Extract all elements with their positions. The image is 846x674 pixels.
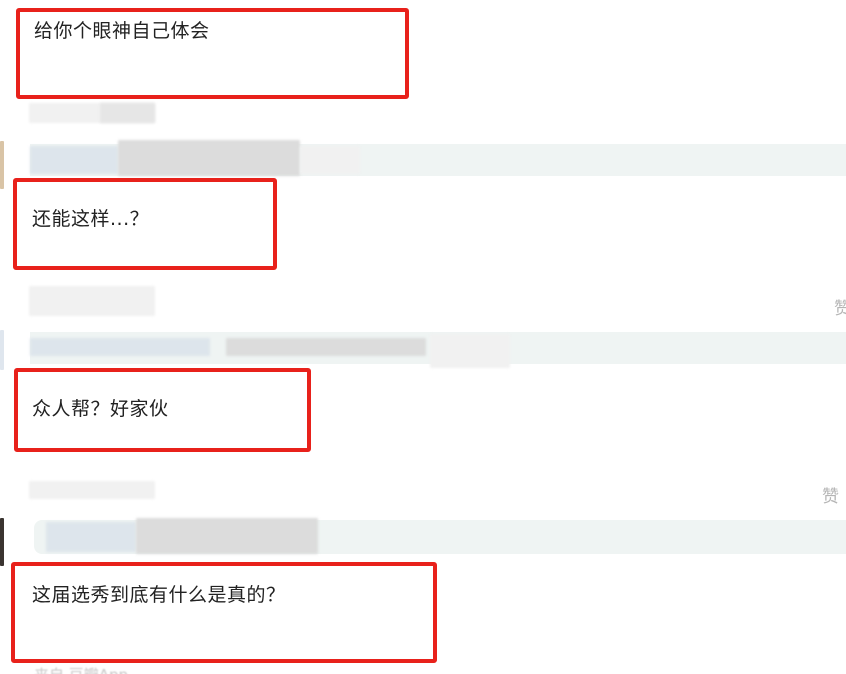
- reply-quote-blurred-3b: [136, 518, 318, 554]
- reply-quote-blurred-2a: [30, 338, 210, 356]
- avatar: [0, 518, 4, 566]
- comment-thread-screenshot: 给你个眼神自己体会 还能这样...？ 赞 众人帮？好家伙 赞 这届选秀到底有什么…: [0, 0, 846, 674]
- comment-meta-blurred-3: [29, 481, 155, 499]
- like-button-2[interactable]: 赞: [822, 482, 839, 507]
- comment-text-2: 还能这样...？: [32, 208, 150, 230]
- reply-quote-blurred-1b: [118, 140, 300, 176]
- reply-quote-blurred-2b: [226, 338, 426, 356]
- comment-text-4: 这届选秀到底有什么是真的？: [32, 584, 286, 606]
- comment-meta-blurred-1b: [100, 103, 155, 123]
- comment-highlight-box-4: [11, 562, 437, 663]
- avatar: [0, 141, 4, 189]
- like-button-1[interactable]: 赞: [834, 294, 846, 319]
- reply-quote-blurred-2c: [430, 334, 510, 368]
- comment-source-label: 来自 豆瓣App: [34, 664, 128, 674]
- reply-quote-blurred-1c: [300, 146, 360, 174]
- reply-quote-blurred-3a: [46, 522, 136, 552]
- avatar: [0, 330, 4, 370]
- comment-text-1: 给你个眼神自己体会: [34, 20, 210, 42]
- comment-meta-blurred-2: [29, 286, 155, 316]
- reply-quote-blurred-1a: [30, 146, 118, 174]
- comment-text-3: 众人帮？好家伙: [32, 398, 169, 420]
